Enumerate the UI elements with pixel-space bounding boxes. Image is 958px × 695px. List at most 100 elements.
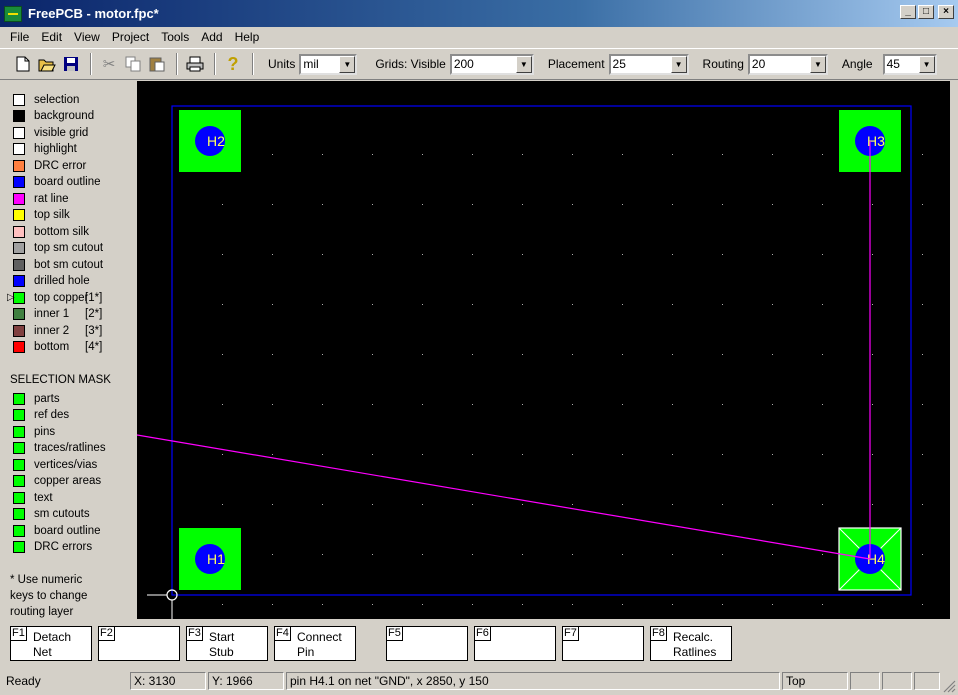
- paste-clipboard-icon[interactable]: [146, 53, 168, 75]
- layer-color-swatch[interactable]: [13, 176, 25, 188]
- mask-toggle-swatch[interactable]: [13, 508, 25, 520]
- new-file-icon[interactable]: [12, 53, 34, 75]
- layer-color-swatch[interactable]: [13, 258, 25, 271]
- layer-row[interactable]: bottom [4*]: [13, 340, 102, 355]
- layer-color-swatch[interactable]: [13, 93, 25, 106]
- open-folder-icon[interactable]: [36, 53, 58, 75]
- save-disk-icon[interactable]: [60, 53, 82, 75]
- menu-view[interactable]: View: [68, 30, 106, 44]
- mask-toggle-swatch[interactable]: [13, 541, 25, 553]
- function-key-f2[interactable]: F2: [98, 626, 180, 661]
- mask-toggle-swatch[interactable]: [13, 409, 25, 421]
- grid-dot: [622, 454, 623, 455]
- layer-color-swatch[interactable]: [13, 209, 25, 221]
- selection-mask-row[interactable]: board outline: [13, 523, 101, 538]
- layer-color-swatch[interactable]: [13, 159, 25, 172]
- layer-row[interactable]: bot sm cutout: [13, 257, 103, 272]
- layer-color-swatch[interactable]: [13, 192, 25, 205]
- mask-toggle-swatch[interactable]: [13, 491, 25, 504]
- selection-mask-row[interactable]: parts: [13, 391, 60, 406]
- layer-label: bot sm cutout: [34, 258, 104, 271]
- pcb-drawing[interactable]: H2 H3H1 H4: [137, 81, 950, 619]
- layer-color-swatch[interactable]: [13, 242, 25, 254]
- menu-help[interactable]: Help: [229, 30, 266, 44]
- units-select[interactable]: mil ▼: [299, 53, 358, 75]
- cut-scissors-icon[interactable]: ✂: [98, 53, 120, 75]
- layer-row[interactable]: top sm cutout: [13, 241, 103, 256]
- chevron-down-icon[interactable]: ▼: [515, 55, 532, 73]
- grid-dot: [422, 254, 423, 255]
- layer-row[interactable]: inner 1 [2*]: [13, 307, 102, 322]
- layer-row[interactable]: top copper [1*]: [13, 290, 102, 305]
- selection-mask-row[interactable]: vertices/vias: [13, 457, 97, 472]
- function-key-f5[interactable]: F5: [386, 626, 468, 661]
- mask-toggle-swatch[interactable]: [13, 458, 25, 471]
- layer-color-swatch[interactable]: [13, 126, 25, 139]
- layer-row[interactable]: top silk: [13, 208, 70, 223]
- grid-dot: [322, 354, 323, 355]
- chevron-down-icon[interactable]: ▼: [809, 55, 826, 73]
- layer-row[interactable]: inner 2 [3*]: [13, 323, 102, 338]
- placement-grid-select[interactable]: 25 ▼: [608, 53, 689, 75]
- resize-grip-icon[interactable]: [942, 679, 956, 693]
- layer-color-swatch[interactable]: [13, 308, 25, 320]
- layer-row[interactable]: bottom silk: [13, 224, 89, 239]
- layer-row[interactable]: rat line: [13, 191, 69, 206]
- menu-file[interactable]: File: [4, 30, 35, 44]
- function-key-f3[interactable]: F3 Start Stub: [186, 626, 268, 661]
- function-key-f8[interactable]: F8 Recalc. Ratlines: [650, 626, 732, 661]
- layer-color-swatch[interactable]: [13, 110, 25, 122]
- grid-dot: [522, 204, 523, 205]
- function-key-f4[interactable]: F4 Connect Pin: [274, 626, 356, 661]
- help-question-icon[interactable]: ?: [222, 53, 244, 75]
- layer-color-swatch[interactable]: [13, 324, 25, 337]
- function-key-f6[interactable]: F6: [474, 626, 556, 661]
- layer-row[interactable]: board outline: [13, 175, 101, 190]
- layer-color-swatch[interactable]: [13, 275, 25, 287]
- angle-select[interactable]: 45 ▼: [882, 53, 937, 75]
- menu-tools[interactable]: Tools: [155, 30, 195, 44]
- grids-visible-label: Grids: Visible: [375, 57, 446, 71]
- menu-add[interactable]: Add: [195, 30, 228, 44]
- selection-mask-row[interactable]: sm cutouts: [13, 507, 90, 522]
- maximize-button[interactable]: □: [918, 5, 934, 19]
- chevron-down-icon[interactable]: ▼: [670, 55, 687, 73]
- routing-grid-select[interactable]: 20 ▼: [747, 53, 828, 75]
- pcb-canvas[interactable]: H2 H3 H1 H4: [137, 81, 950, 619]
- layer-color-swatch[interactable]: [13, 341, 25, 353]
- layer-row[interactable]: visible grid: [13, 125, 88, 140]
- selection-mask-row[interactable]: text: [13, 490, 53, 505]
- layer-color-swatch[interactable]: [13, 225, 25, 238]
- mask-toggle-swatch[interactable]: [13, 425, 25, 438]
- selection-mask-row[interactable]: traces/ratlines: [13, 441, 106, 456]
- mask-toggle-swatch[interactable]: [13, 442, 25, 454]
- print-printer-icon[interactable]: [184, 53, 206, 75]
- copy-icon[interactable]: [122, 53, 144, 75]
- selection-mask-row[interactable]: ref des: [13, 408, 69, 423]
- grid-dot: [272, 554, 273, 555]
- selection-mask-row[interactable]: pins: [13, 424, 55, 439]
- function-key-f1[interactable]: F1 Detach Net: [10, 626, 92, 661]
- layer-row[interactable]: highlight: [13, 142, 77, 157]
- mask-toggle-swatch[interactable]: [13, 524, 25, 537]
- layer-row[interactable]: drilled hole: [13, 274, 90, 289]
- mask-toggle-swatch[interactable]: [13, 475, 25, 487]
- chevron-down-icon[interactable]: ▼: [918, 55, 935, 73]
- layer-row[interactable]: background: [13, 109, 94, 124]
- layer-color-swatch[interactable]: [13, 143, 25, 155]
- selection-mask-row[interactable]: copper areas: [13, 474, 101, 489]
- menu-edit[interactable]: Edit: [35, 30, 68, 44]
- layer-row[interactable]: DRC error: [13, 158, 86, 173]
- layer-row[interactable]: selection: [13, 92, 79, 107]
- menu-project[interactable]: Project: [106, 30, 155, 44]
- mask-toggle-swatch[interactable]: [13, 392, 25, 405]
- mask-label: sm cutouts: [34, 508, 90, 520]
- function-key-f7[interactable]: F7: [562, 626, 644, 661]
- grid-visible-select[interactable]: 200 ▼: [449, 53, 534, 75]
- minimize-button[interactable]: _: [900, 5, 916, 19]
- selection-mask-row[interactable]: DRC errors: [13, 540, 92, 555]
- layer-label: bottom silk: [34, 225, 89, 238]
- close-button[interactable]: ×: [938, 5, 954, 19]
- chevron-down-icon[interactable]: ▼: [339, 55, 356, 73]
- grid-dot: [472, 504, 473, 505]
